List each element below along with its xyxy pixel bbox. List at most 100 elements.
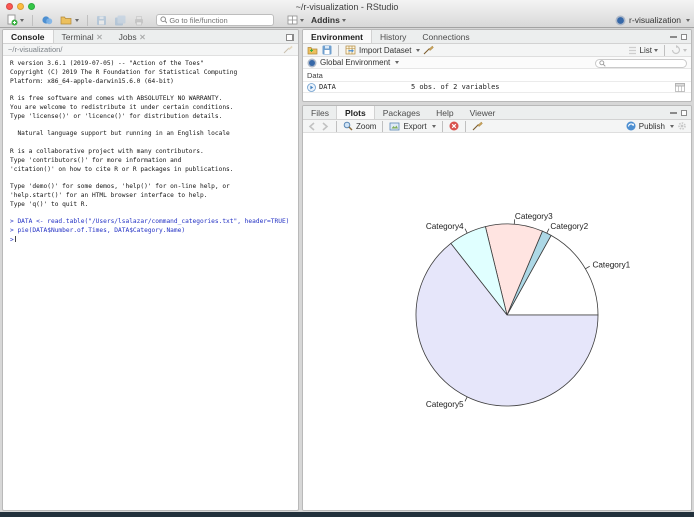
zoom-label: Zoom [356,121,377,131]
publish-label: Publish [638,121,665,131]
pie-label: Category2 [550,222,588,231]
import-dataset-icon [345,45,356,55]
addins-label: Addins [311,15,340,25]
tab-label: Console [11,31,45,42]
maximize-pane-icon[interactable] [286,33,294,41]
environment-pane: Environment History Connections Import D… [302,29,692,102]
pie-label: Category3 [515,212,553,221]
console-line: R version 3.6.1 (2019-07-05) -- "Action … [10,60,204,67]
environment-tabstrip: Environment History Connections [303,30,691,44]
close-icon[interactable] [140,34,146,40]
import-dataset-button[interactable]: Import Dataset [345,45,421,55]
plots-pane: Files Plots Packages Help Viewer Zoom Ex… [302,105,692,511]
addins-button[interactable]: Addins [309,14,348,26]
pie-label: Category4 [426,222,464,231]
save-all-button[interactable] [112,14,128,27]
maximize-pane-icon[interactable] [681,110,687,116]
list-view-icon [628,46,636,54]
plots-tabstrip: Files Plots Packages Help Viewer [303,106,691,120]
console-path-bar: ~/r-visualization/ [3,44,298,56]
remove-plot-button[interactable] [449,121,459,131]
open-file-button[interactable] [58,13,81,27]
environment-scope-bar: Global Environment [303,57,691,69]
pie-label-leader [546,228,550,234]
tab-connections[interactable]: Connections [414,30,477,43]
expand-object-icon[interactable] [307,82,316,92]
console-line: Type 'demo()' for some demos, 'help()' f… [10,183,230,191]
tab-terminal[interactable]: Terminal [54,30,111,43]
magnifier-icon [343,121,353,131]
clear-objects-button[interactable] [423,45,435,55]
gear-icon[interactable] [677,121,687,131]
console-line: You are welcome to redistribute it under… [10,103,234,111]
chevron-down-icon [20,18,24,22]
object-row-DATA[interactable]: DATA 5 obs. of 2 variables [303,81,691,93]
tab-environment[interactable]: Environment [303,30,372,43]
console-line: Platform: x86_64-apple-darwin15.6.0 (64-… [10,77,174,85]
tab-help[interactable]: Help [428,106,461,119]
project-icon [42,16,53,25]
next-plot-button[interactable] [320,121,330,131]
save-button[interactable] [94,14,109,27]
console-tabstrip: Console Terminal Jobs [3,30,298,44]
console-line: > [10,235,16,244]
print-button[interactable] [131,14,147,27]
clear-console-button[interactable] [283,45,293,54]
pie-label: Category1 [592,261,630,270]
clear-all-plots-button[interactable] [472,121,483,131]
console-line: Type 'contributors()' for more informati… [10,156,182,164]
object-name: DATA [319,83,336,91]
toolbar-separator [382,120,384,132]
tab-plots[interactable]: Plots [335,106,375,119]
environment-toolbar: Import Dataset List [303,44,691,57]
console-output[interactable]: R version 3.6.1 (2019-07-05) -- "Action … [3,56,298,245]
tab-console[interactable]: Console [3,30,54,43]
tab-history[interactable]: History [372,30,414,43]
save-workspace-button[interactable] [322,45,332,55]
list-view-button[interactable]: List [640,46,658,55]
console-pane: Console Terminal Jobs ~/r-visualization/… [2,29,299,511]
main-toolbar: Addins [4,13,690,27]
tab-packages[interactable]: Packages [375,106,428,119]
publish-icon [626,121,636,131]
tab-label: Packages [382,107,421,118]
save-icon [97,15,106,25]
refresh-icon [671,45,681,55]
workspace-panes-button[interactable] [285,14,306,26]
close-icon[interactable] [97,34,103,40]
forward-arrow-icon [322,121,329,131]
tab-files[interactable]: Files [303,106,337,119]
refresh-button[interactable] [671,45,687,55]
view-table-icon[interactable] [675,82,685,92]
back-arrow-icon [308,121,315,131]
zoom-plot-button[interactable]: Zoom [343,121,376,131]
title-bar: ~/r-visualization - RStudio Go to file/f… [0,0,694,28]
tab-jobs[interactable]: Jobs [111,30,154,43]
pie-label-leader [464,228,468,234]
publish-button[interactable]: Publish [626,121,674,131]
chevron-down-icon [683,48,687,52]
previous-plot-button[interactable] [307,121,317,131]
tab-label: Environment [311,31,363,42]
console-line: > pie(DATA$Number.of.Times, DATA$Categor… [10,227,186,235]
maximize-pane-icon[interactable] [681,34,687,40]
goto-file-search[interactable] [156,14,274,26]
new-project-button[interactable] [39,13,55,27]
goto-file-input[interactable] [169,15,270,25]
minimize-pane-icon[interactable] [670,112,677,114]
environment-search[interactable] [595,58,687,68]
chevron-down-icon [431,124,436,128]
r-global-env-icon [307,58,317,67]
new-file-button[interactable] [4,13,26,27]
search-icon [599,59,606,67]
project-selector[interactable]: r-visualization [615,13,690,27]
tab-viewer[interactable]: Viewer [462,106,504,119]
export-plot-button[interactable]: Export [389,121,436,131]
scope-selector[interactable]: Global Environment [320,58,390,67]
tab-label: Connections [422,31,470,42]
load-workspace-button[interactable] [307,45,319,55]
chevron-down-icon [395,61,400,64]
minimize-pane-icon[interactable] [670,36,677,38]
window-title: ~/r-visualization - RStudio [295,2,399,12]
